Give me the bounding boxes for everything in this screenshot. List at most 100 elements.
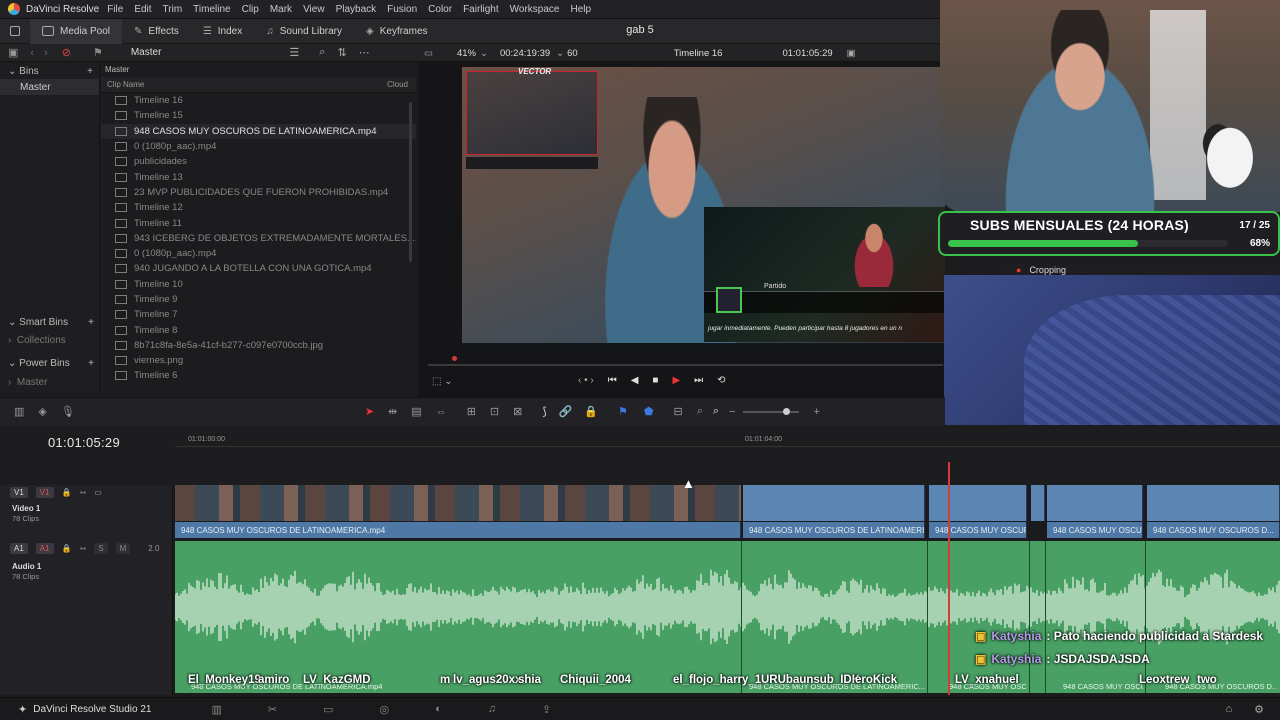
jog-left-icon[interactable]: ‹ • › [578,375,594,386]
video-clip-2[interactable] [743,485,925,521]
clip-row[interactable]: Timeline 10 [101,277,416,292]
stop-icon[interactable]: ■ [652,375,658,386]
color-page-icon[interactable]: ◐ [435,703,442,715]
bins-chevron-icon[interactable]: ⌄ [8,66,16,77]
clip-row[interactable]: Timeline 9 [101,292,416,307]
dim-icon[interactable]: ◈ [38,405,46,418]
viewer-layout-icon[interactable]: ▭ [424,48,433,59]
panel-toggle-button[interactable] [0,19,30,44]
replace-icon[interactable]: ⊠ [513,405,522,418]
settings-icon[interactable]: ⚙ [1254,703,1264,716]
clip-row[interactable]: Timeline 7 [101,307,416,322]
menu-playback[interactable]: Playback [336,4,377,15]
zoom-in-icon[interactable]: + [813,406,819,418]
skip-to-start-icon[interactable]: ⏮ [608,375,617,386]
skip-to-end-icon[interactable]: ⏭ [694,375,703,386]
sort-icon[interactable]: ⚑ [93,46,103,59]
clip-row[interactable]: Timeline 15 [101,108,416,123]
video-thumbnails[interactable] [175,485,741,521]
clip-row[interactable]: publicidades [101,154,416,169]
video-clip-6[interactable] [1147,485,1280,521]
sidebar-toggle-icon[interactable]: ▣ [8,46,18,59]
video-lock-icon[interactable]: 🔒 [62,488,72,497]
zoom-slider[interactable] [743,407,800,415]
clip-row[interactable]: Timeline 12 [101,200,416,215]
menu-file[interactable]: File [107,4,123,15]
power-bins-chevron-icon[interactable]: ⌄ [8,358,16,369]
zoom-dropdown-icon[interactable]: ⌄ [480,48,488,59]
scrubber-playhead[interactable] [452,356,457,361]
keyframes-button[interactable]: ◈ Keyframes [354,19,440,44]
flag-icon[interactable]: ⚑ [618,405,628,418]
sort-order-icon[interactable]: ⇅ [337,46,346,59]
smart-bins-chevron-icon[interactable]: ⌄ [8,317,16,328]
overwrite-icon[interactable]: ⊡ [490,405,499,418]
video-clip-3[interactable] [929,485,1027,521]
clip-name-column[interactable]: Clip Name [107,80,144,89]
audio-meter-icon[interactable]: ▥ [14,405,24,418]
video-track-source[interactable]: V1 [35,487,54,498]
blade-tool-icon[interactable]: ▤ [411,405,421,418]
menu-mark[interactable]: Mark [270,4,292,15]
audio-link-icon[interactable]: ⇿ [80,544,87,553]
bin-power-master[interactable]: › Master [0,374,100,390]
clip-row[interactable]: Timeline 11 [101,215,416,230]
menu-fusion[interactable]: Fusion [387,4,417,15]
audio-track-dest[interactable]: A1 [10,543,28,554]
forward-icon[interactable]: › [44,47,48,59]
play-icon[interactable]: ▶ [672,375,680,386]
audio-lock-icon[interactable]: 🔒 [62,544,72,553]
clip-row[interactable]: Timeline 16 [101,93,416,108]
timeline-playhead[interactable] [948,462,950,695]
video-monitor-icon[interactable]: ▭ [94,488,102,497]
trim-tool-icon[interactable]: ⇹ [388,405,397,418]
sound-library-button[interactable]: ♫ Sound Library [254,19,354,44]
clip-row[interactable]: 0 (1080p_aac).mp4 [101,246,416,261]
zoom-slider-knob[interactable] [783,407,791,415]
ruler[interactable] [175,433,1280,447]
play-reverse-icon[interactable]: ◀ [631,375,639,386]
more-icon[interactable]: ⋯ [359,46,370,59]
menu-help[interactable]: Help [570,4,591,15]
add-smart-bin-icon[interactable]: + [88,317,94,328]
video-track-dest[interactable]: V1 [10,487,28,498]
video-clip-5[interactable] [1047,485,1143,521]
media-page-icon[interactable]: ▥ [211,703,221,716]
menu-color[interactable]: Color [428,4,452,15]
zoom-level[interactable]: 41% [457,48,476,59]
clip-row[interactable]: Timeline 13 [101,169,416,184]
menu-clip[interactable]: Clip [242,4,259,15]
clip-row[interactable]: Timeline 8 [101,322,416,337]
clip-row[interactable]: 8b71c8fa-8e5a-41cf-b277-c097e0700ccb.jpg [101,338,416,353]
solo-button[interactable]: S [94,543,108,554]
select-tool-icon[interactable]: ➤ [365,405,374,418]
zoom-detail-icon[interactable]: ⌕ [697,405,703,418]
clip-row[interactable]: 23 MVP PUBLICIDADES QUE FUERON PROHIBIDA… [101,185,416,200]
audio-track[interactable]: 948 CASOS MUY OSCUROS DE LATINOAMERICA.m… [175,541,1280,693]
cut-page-icon[interactable]: ✂ [268,703,277,716]
link-clips-icon[interactable]: 🔗 [559,405,573,418]
menu-timeline[interactable]: Timeline [193,4,230,15]
insert-icon[interactable]: ⊞ [467,405,476,418]
mute-button[interactable]: M [115,543,131,554]
search-icon[interactable]: ⌕ [319,46,325,59]
fairlight-page-icon[interactable]: ♫ [488,703,496,715]
clip-list-scrollbar[interactable] [409,102,412,262]
dynamic-trim-icon[interactable]: ⇔ [436,406,447,418]
lock-icon[interactable]: 🔒 [584,405,598,418]
clip-row[interactable]: viernes.png [101,353,416,368]
index-button[interactable]: ☰ Index [191,19,254,44]
edit-page-icon[interactable]: ▭ [323,703,333,716]
clip-row[interactable]: 0 (1080p_aac).mp4 [101,139,416,154]
clip-row[interactable]: Timeline 6 [101,368,416,383]
deliver-page-icon[interactable]: ⇪ [542,703,551,716]
zoom-fit-icon[interactable]: ⊟ [673,405,682,418]
loop-icon[interactable]: ⟲ [717,375,725,386]
clip-row[interactable]: 940 JUGANDO A LA BOTELLA CON UNA GOTICA.… [101,261,416,276]
fusion-page-icon[interactable]: ◎ [379,703,389,716]
zoom-out-icon[interactable]: − [729,406,735,418]
media-pool-button[interactable]: Media Pool [30,18,123,44]
video-clip-4[interactable] [1031,485,1045,521]
snap-icon[interactable]: ⟆ [542,405,546,418]
clip-row[interactable]: 948 CASOS MUY OSCUROS DE LATINOAMERICA.m… [101,123,416,139]
